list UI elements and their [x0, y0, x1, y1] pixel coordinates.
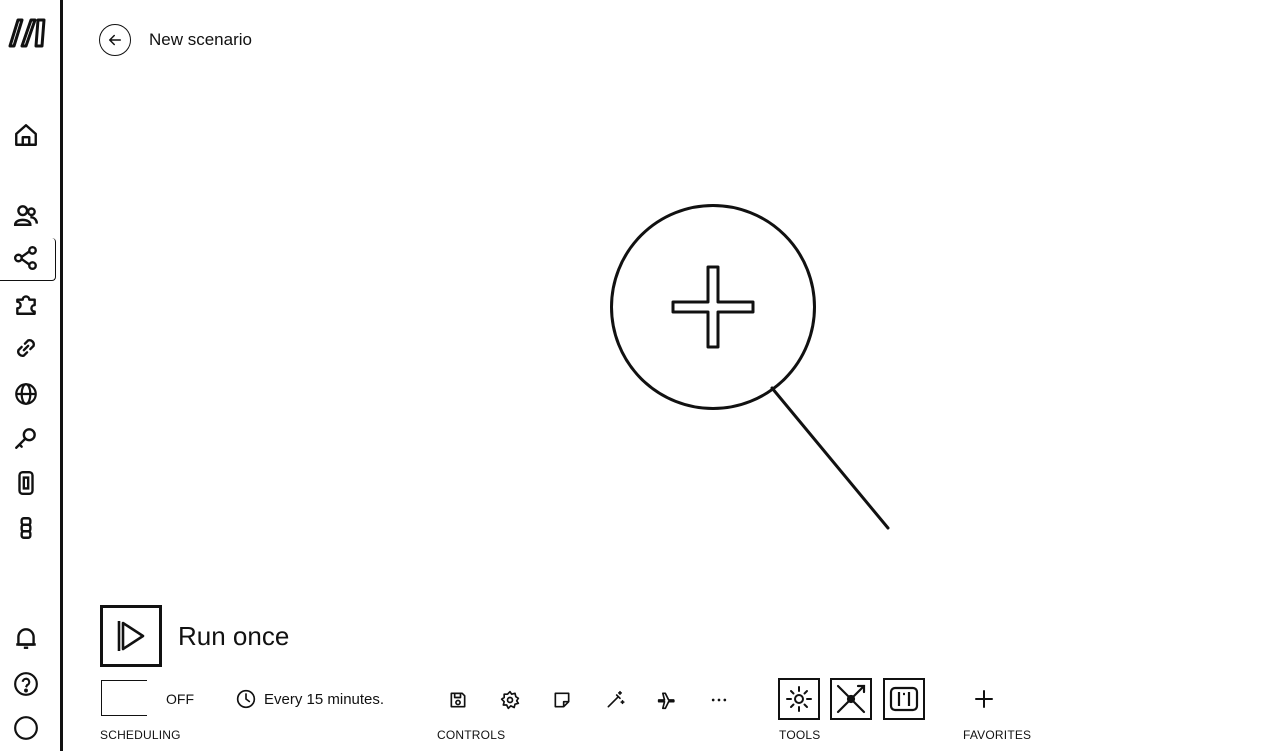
save-icon[interactable] [446, 688, 470, 712]
scheduling-toggle-label: OFF [166, 691, 194, 707]
scheduling-toggle[interactable] [101, 680, 147, 716]
run-once-button[interactable] [100, 605, 162, 667]
run-once-label: Run once [178, 620, 290, 651]
more-icon[interactable] [707, 688, 731, 712]
users-icon[interactable] [9, 198, 43, 232]
airplane-icon[interactable] [655, 688, 679, 712]
settings-icon[interactable] [498, 688, 522, 712]
pointer-line [770, 386, 890, 530]
header: New scenario [99, 22, 252, 58]
tools-gear-icon[interactable] [778, 678, 820, 720]
arrow-left-icon [109, 34, 121, 46]
scheduling-section-label: SCHEDULING [100, 728, 181, 742]
plus-icon [671, 265, 755, 349]
avatar-icon[interactable] [9, 711, 43, 745]
run-once-group: Run once [100, 605, 289, 667]
controls-section-label: CONTROLS [437, 728, 506, 742]
flow-control-icon[interactable] [830, 678, 872, 720]
device-icon[interactable] [9, 466, 43, 500]
key-icon[interactable] [9, 421, 43, 455]
link-icon[interactable] [9, 331, 43, 365]
schedule-text: Every 15 minutes. [264, 690, 385, 708]
sidebar [0, 0, 63, 751]
clock-icon [236, 689, 256, 709]
schedule-setting[interactable]: Every 15 minutes. [236, 689, 384, 709]
magic-wand-icon[interactable] [603, 688, 627, 712]
puzzle-icon[interactable] [9, 287, 43, 321]
page-title: New scenario [149, 30, 252, 49]
make-logo[interactable] [4, 16, 50, 50]
favorites-section-label: FAVORITES [963, 728, 1032, 742]
home-icon[interactable] [9, 118, 43, 152]
back-button[interactable] [99, 24, 131, 56]
notes-icon[interactable] [550, 688, 574, 712]
globe-icon[interactable] [9, 377, 43, 411]
add-module-area [610, 204, 816, 410]
share-nodes-icon[interactable] [9, 241, 43, 275]
add-favorite-icon[interactable] [971, 686, 997, 712]
help-icon[interactable] [9, 667, 43, 701]
add-module-button[interactable] [610, 204, 816, 410]
play-icon [117, 621, 145, 651]
tools-section-label: TOOLS [779, 728, 821, 742]
data-structure-icon[interactable] [9, 511, 43, 545]
bell-icon[interactable] [9, 621, 43, 655]
text-parser-icon[interactable] [883, 678, 925, 720]
